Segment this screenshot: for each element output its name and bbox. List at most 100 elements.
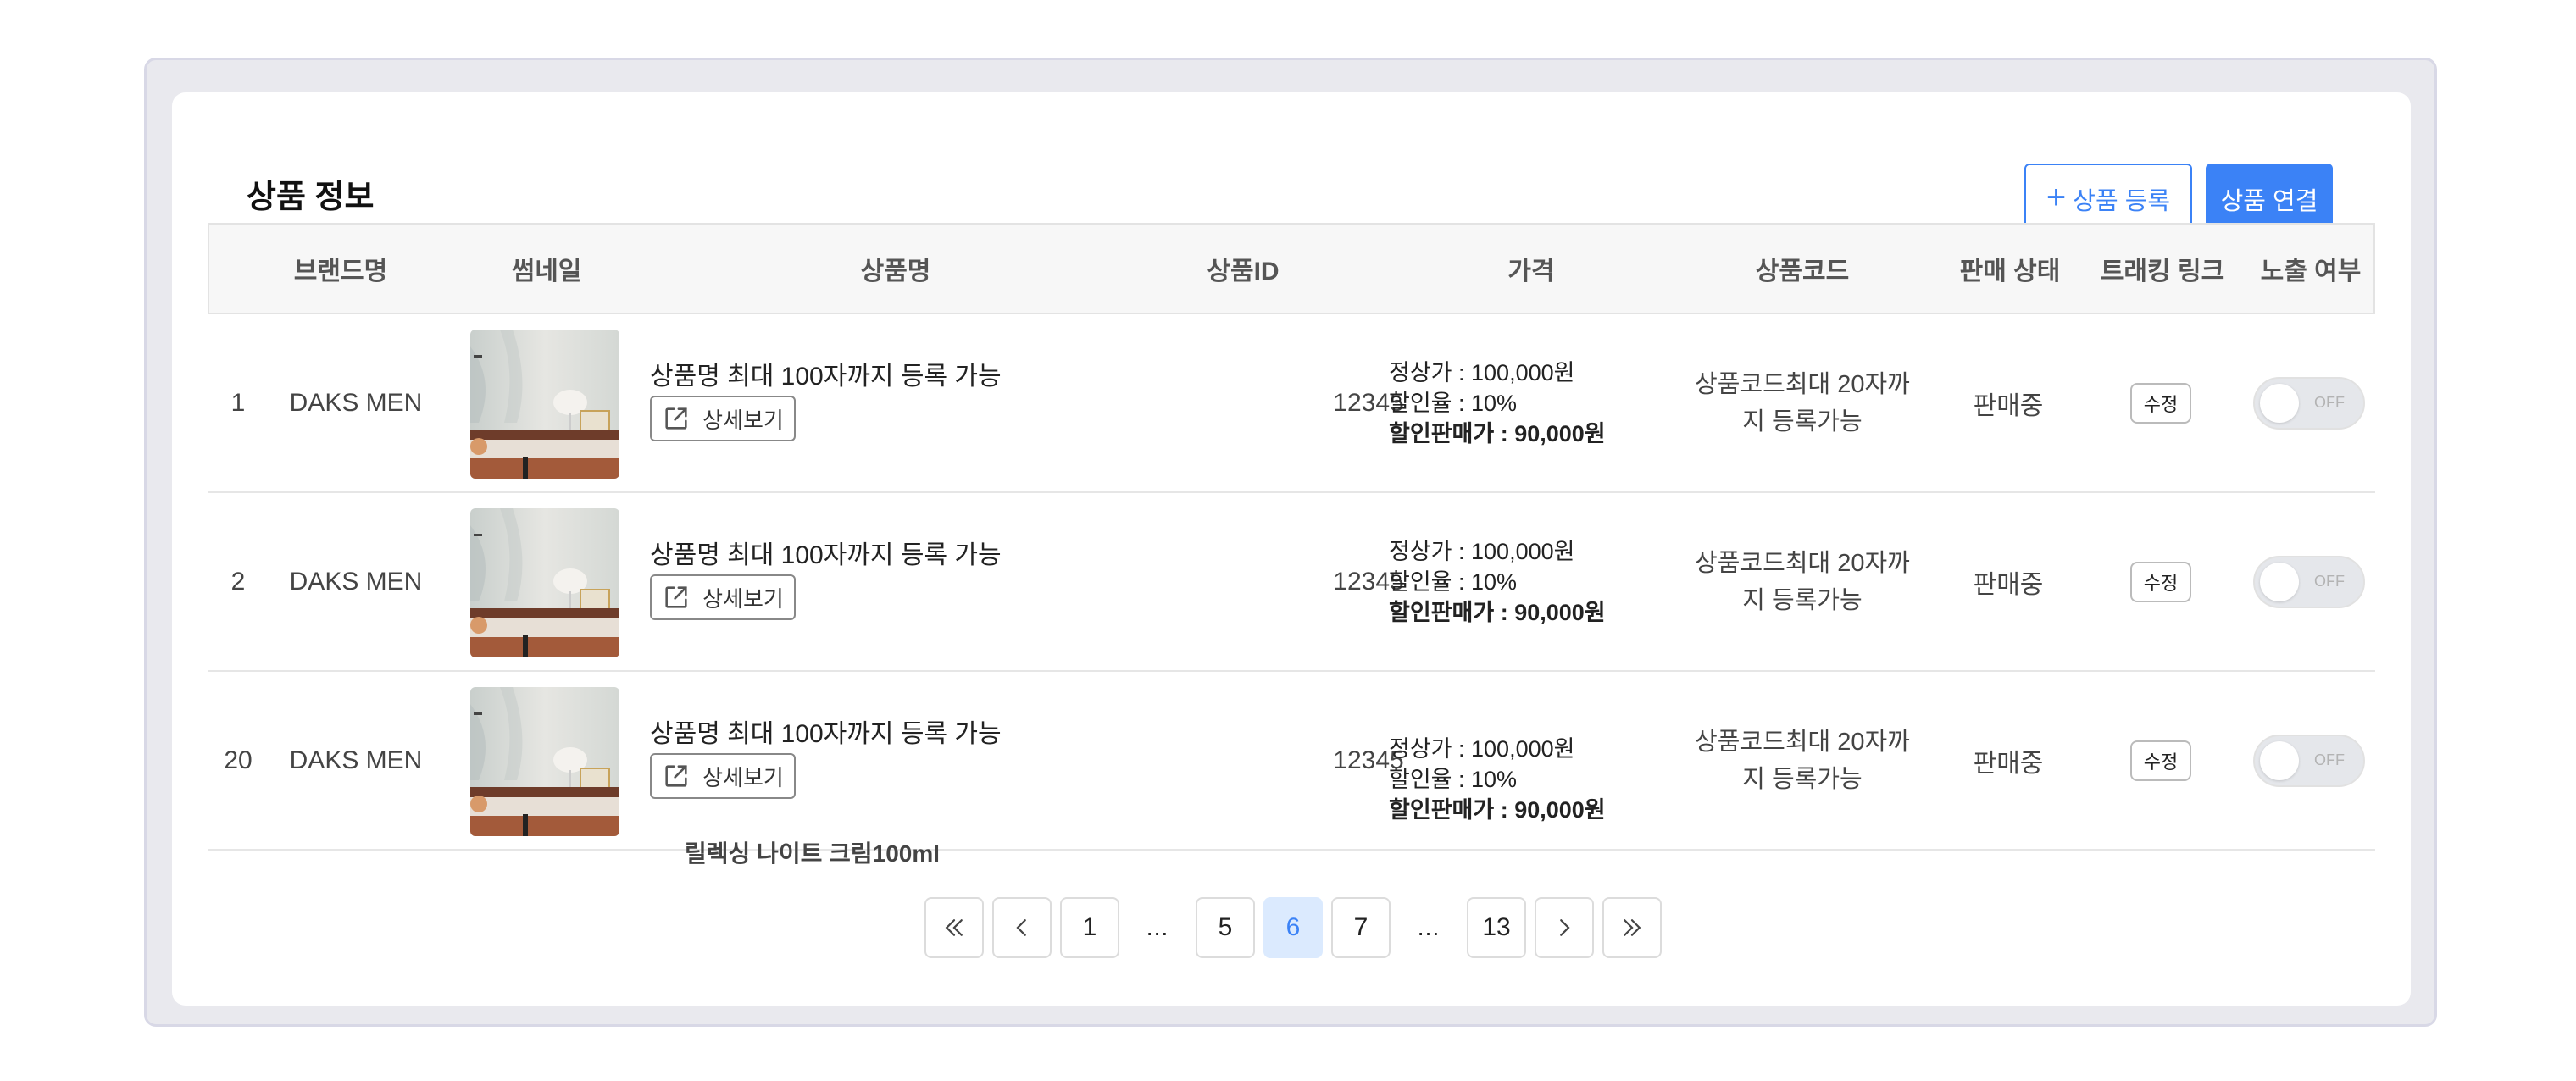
- toggle-knob: [2260, 383, 2299, 423]
- external-link-icon: [665, 407, 687, 430]
- price-info: 정상가 : 100,000원 할인율 : 10% 할인판매가 : 90,000원: [1389, 690, 1606, 868]
- product-name: 상품명 최대 100자까지 등록 가능: [650, 541, 1002, 569]
- brand-name: DAKS MEN: [289, 388, 423, 417]
- sale-price: 할인판매가 : 90,000원: [1389, 796, 1606, 823]
- double-chevron-left-icon: [945, 919, 963, 936]
- toggle-knob: [2260, 740, 2299, 780]
- view-detail-label: 상세보기: [702, 764, 784, 790]
- product-table: 브랜드명 썸네일 상품명 상품ID 가격 상품코드 판매 상태 트래킹 링크 노…: [208, 223, 2375, 851]
- sale-status: 판매중: [1973, 570, 2044, 599]
- product-thumbnail[interactable]: [470, 330, 619, 479]
- register-product-label: 상품 등록: [2073, 188, 2171, 215]
- column-header-product-id: 상품ID: [1207, 258, 1280, 285]
- tracking-link-cell: 수정: [2080, 314, 2241, 491]
- last-page-button[interactable]: [1602, 897, 1662, 958]
- discount-rate: 할인율 : 10%: [1389, 766, 1518, 792]
- page-ellipsis: …: [1399, 897, 1458, 958]
- column-header-price: 가격: [1507, 258, 1555, 285]
- discount-rate: 할인율 : 10%: [1389, 390, 1518, 416]
- view-detail-button[interactable]: 상세보기: [650, 396, 796, 441]
- product-name-tooltip: 릴렉싱 나이트 크림100ml: [685, 840, 941, 867]
- price-info: 정상가 : 100,000원 할인율 : 10% 할인판매가 : 90,000원: [1389, 493, 1606, 670]
- edit-tracking-link-button[interactable]: 수정: [2130, 382, 2191, 424]
- column-header-thumbnail: 썸네일: [511, 258, 582, 285]
- row-number: 1: [230, 388, 246, 417]
- product-code-line2: 지 등록가능: [1742, 407, 1863, 435]
- chevron-right-icon: [1560, 919, 1570, 936]
- visibility-toggle[interactable]: OFF: [2253, 376, 2365, 430]
- product-thumbnail[interactable]: [470, 508, 619, 657]
- tracking-link-cell: 수정: [2080, 493, 2241, 670]
- product-code-line1: 상품코드최대 20자까: [1695, 549, 1910, 577]
- page-button[interactable]: 1: [1060, 897, 1119, 958]
- double-chevron-right-icon: [1624, 919, 1641, 936]
- table-header: 브랜드명 썸네일 상품명 상품ID 가격 상품코드 판매 상태 트래킹 링크 노…: [208, 223, 2375, 314]
- edit-tracking-link-button[interactable]: 수정: [2130, 740, 2191, 781]
- toggle-label: OFF: [2314, 572, 2345, 590]
- column-header-no: [209, 225, 260, 313]
- table-row: 20 DAKS MEN 상품명 최대 100자까지 등록 가능 상세보기 123…: [208, 672, 2375, 851]
- prev-page-button[interactable]: [992, 897, 1052, 958]
- edit-tracking-link-button[interactable]: 수정: [2130, 561, 2191, 602]
- plus-icon: +: [2046, 179, 2067, 216]
- product-name: 상품명 최대 100자까지 등록 가능: [650, 363, 1002, 391]
- panel-title: 상품 정보: [247, 180, 375, 215]
- product-code-line1: 상품코드최대 20자까: [1695, 728, 1910, 756]
- product-code-line2: 지 등록가능: [1742, 765, 1863, 793]
- external-link-icon: [665, 765, 687, 787]
- page-button[interactable]: 13: [1467, 897, 1526, 958]
- brand-name: DAKS MEN: [289, 746, 423, 774]
- sale-status: 판매중: [1973, 749, 2044, 778]
- discount-rate: 할인율 : 10%: [1389, 568, 1518, 595]
- toggle-label: OFF: [2314, 393, 2345, 411]
- product-thumbnail[interactable]: [470, 687, 619, 836]
- list-price: 정상가 : 100,000원: [1389, 735, 1575, 762]
- table-row: 2 DAKS MEN 상품명 최대 100자까지 등록 가능 상세보기 1234…: [208, 493, 2375, 672]
- page-button[interactable]: 7: [1331, 897, 1391, 958]
- view-detail-button[interactable]: 상세보기: [650, 753, 796, 799]
- column-header-sale-status: 판매 상태: [1959, 258, 2061, 285]
- column-header-brand: 브랜드명: [293, 258, 388, 285]
- view-detail-label: 상세보기: [702, 585, 784, 612]
- visibility-cell: OFF: [2241, 493, 2377, 670]
- sale-status: 판매중: [1973, 391, 2044, 420]
- column-header-product-code: 상품코드: [1755, 258, 1850, 285]
- toggle-label: OFF: [2314, 751, 2345, 768]
- visibility-toggle[interactable]: OFF: [2253, 734, 2365, 787]
- tracking-link-cell: 수정: [2080, 672, 2241, 849]
- first-page-button[interactable]: [924, 897, 984, 958]
- view-detail-button[interactable]: 상세보기: [650, 574, 796, 620]
- row-number: 2: [230, 567, 246, 596]
- outer-frame: 상품 정보 + 상품 등록 상품 연결 브랜드명 썸네일 상품명 상품ID 가격…: [144, 58, 2437, 1027]
- view-detail-label: 상세보기: [702, 407, 784, 433]
- toggle-knob: [2260, 562, 2299, 601]
- product-code-line2: 지 등록가능: [1742, 586, 1863, 614]
- product-code: 상품코드최대 20자까지 등록가능: [1657, 314, 1948, 491]
- sale-price: 할인판매가 : 90,000원: [1389, 420, 1606, 446]
- visibility-cell: OFF: [2241, 672, 2377, 849]
- external-link-icon: [665, 586, 687, 608]
- visibility-toggle[interactable]: OFF: [2253, 555, 2365, 608]
- column-header-visibility: 노출 여부: [2260, 258, 2362, 285]
- page-ellipsis: …: [1128, 897, 1187, 958]
- list-price: 정상가 : 100,000원: [1389, 359, 1575, 385]
- visibility-cell: OFF: [2241, 314, 2377, 491]
- product-code: 상품코드최대 20자까지 등록가능: [1657, 493, 1948, 670]
- column-header-tracking-link: 트래킹 링크: [2100, 258, 2225, 285]
- product-name: 상품명 최대 100자까지 등록 가능: [650, 720, 1002, 748]
- brand-name: DAKS MEN: [289, 567, 423, 596]
- column-header-product-name: 상품명: [860, 258, 931, 285]
- chevron-left-icon: [1016, 919, 1026, 936]
- next-page-button[interactable]: [1535, 897, 1594, 958]
- table-row: 1 DAKS MEN 상품명 최대 100자까지 등록 가능 상세보기 1234…: [208, 314, 2375, 493]
- list-price: 정상가 : 100,000원: [1389, 538, 1575, 564]
- pagination: 1 … 5 6 7 … 13: [924, 897, 1662, 958]
- product-code: 상품코드최대 20자까지 등록가능: [1657, 672, 1948, 849]
- sale-price: 할인판매가 : 90,000원: [1389, 599, 1606, 625]
- product-info-panel: 상품 정보 + 상품 등록 상품 연결 브랜드명 썸네일 상품명 상품ID 가격…: [172, 92, 2411, 1006]
- row-number: 20: [224, 746, 253, 774]
- price-info: 정상가 : 100,000원 할인율 : 10% 할인판매가 : 90,000원: [1389, 314, 1606, 491]
- product-code-line1: 상품코드최대 20자까: [1695, 370, 1910, 398]
- page-button[interactable]: 5: [1196, 897, 1255, 958]
- current-page-button[interactable]: 6: [1263, 897, 1323, 958]
